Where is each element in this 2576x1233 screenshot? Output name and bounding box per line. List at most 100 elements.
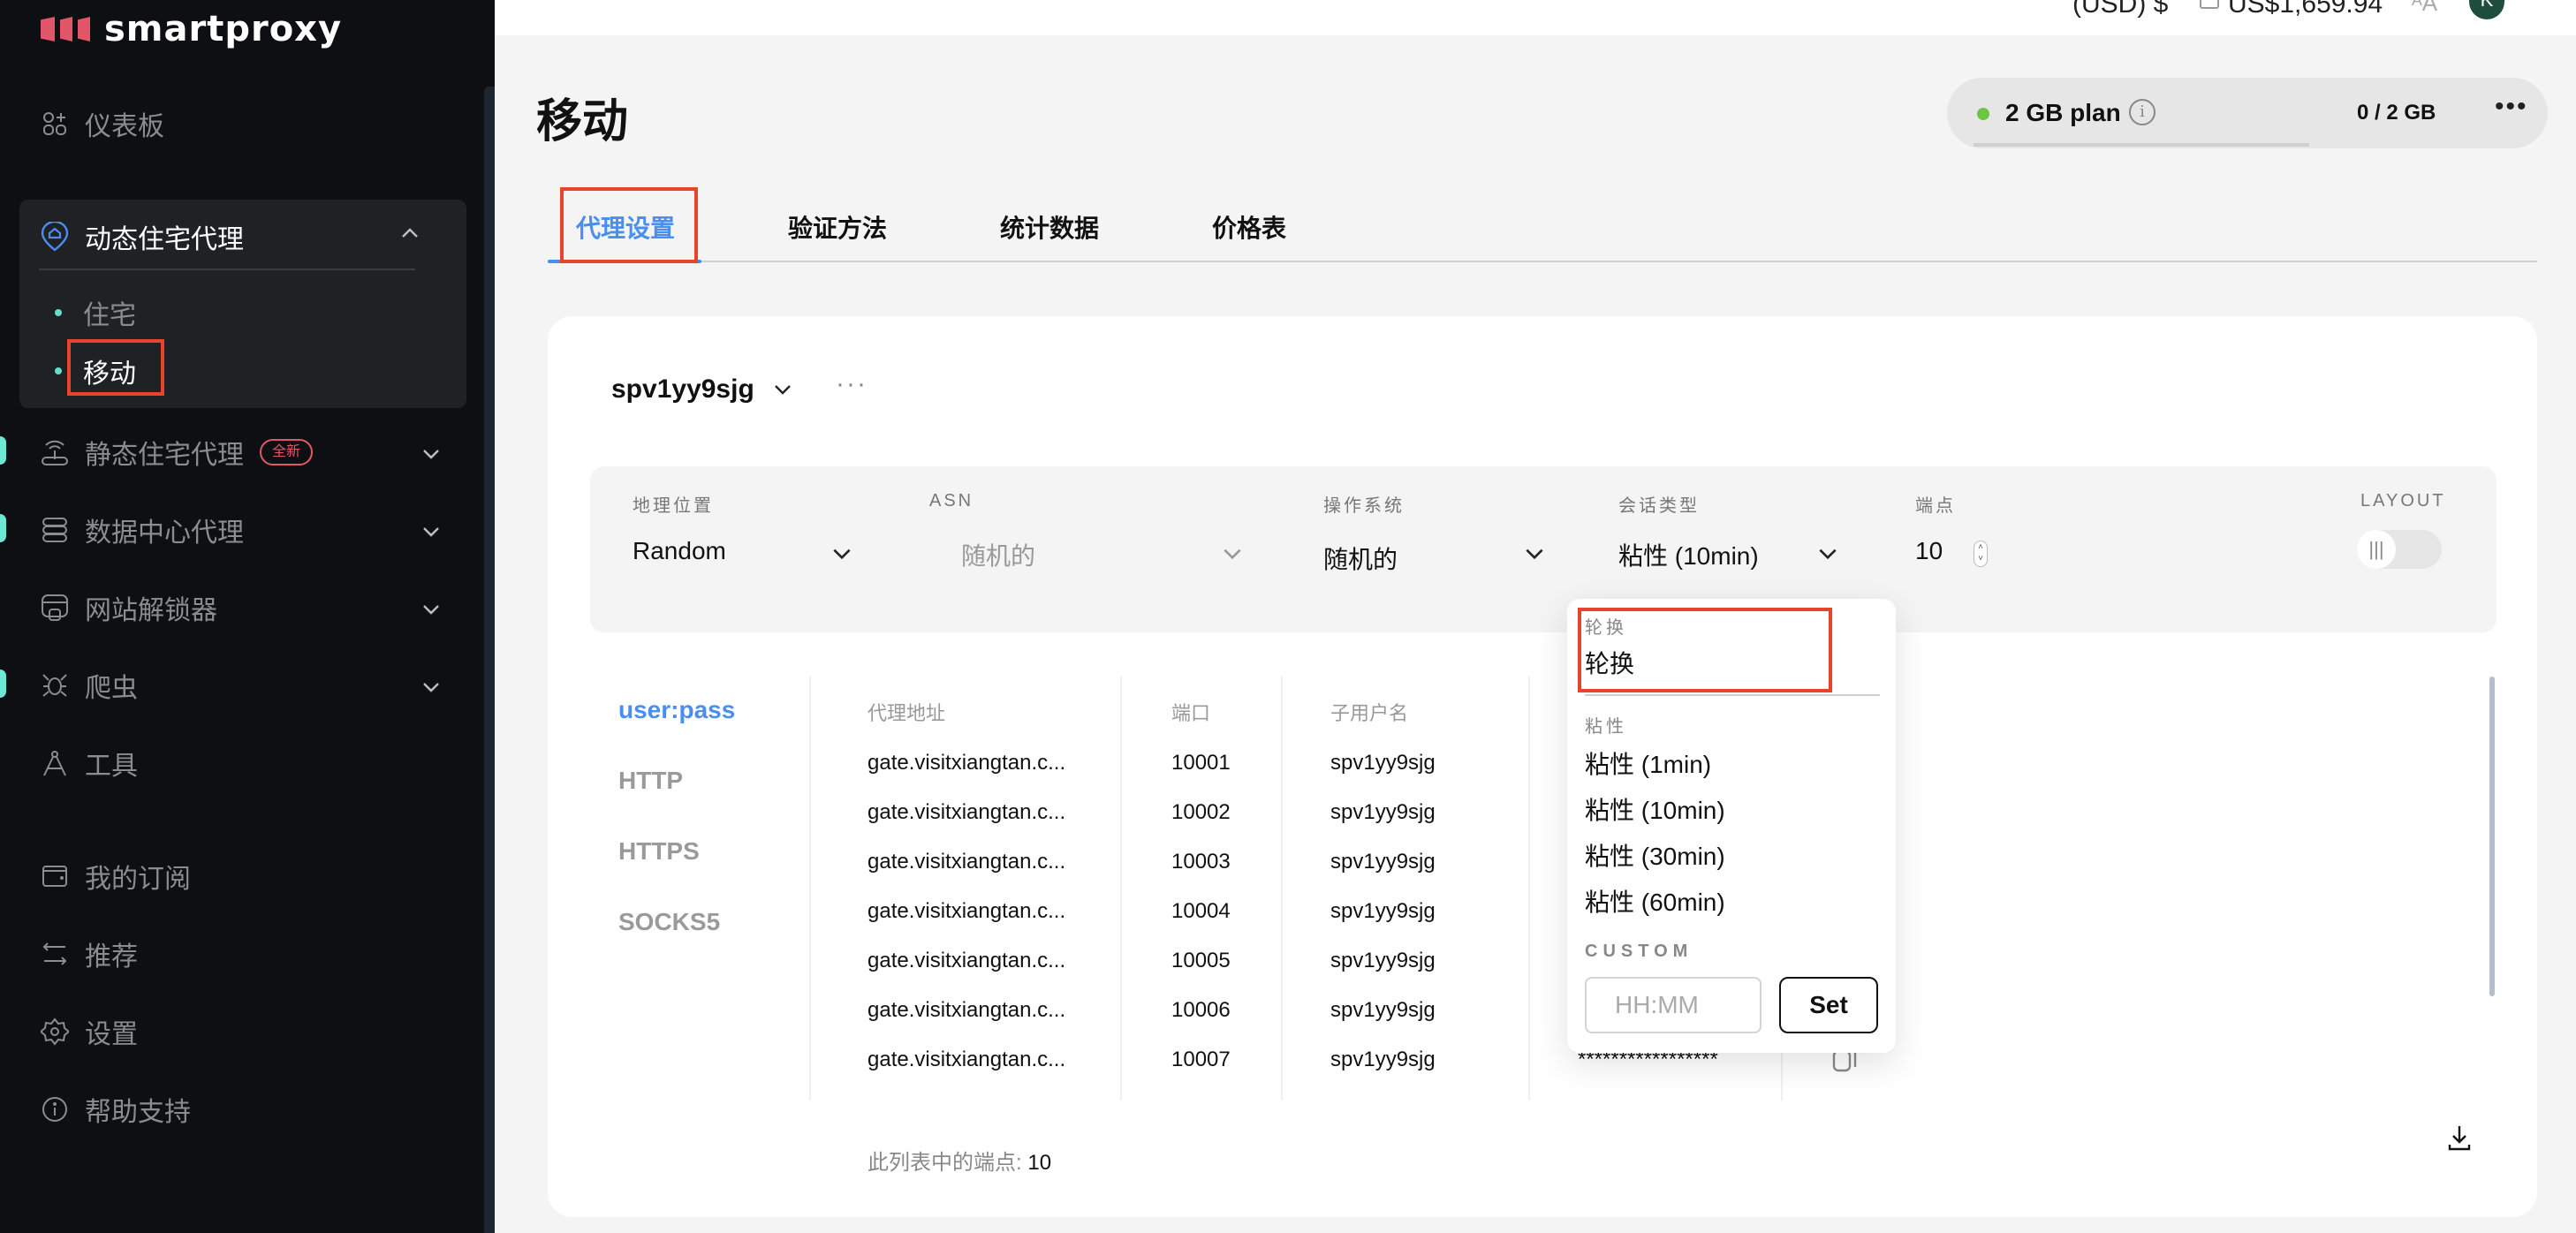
- table-scrollbar[interactable]: [2489, 677, 2495, 996]
- sidebar-item-subscriptions[interactable]: 我的订阅: [41, 857, 191, 896]
- translate-icon[interactable]: ᴬA: [2412, 0, 2437, 17]
- chevron-down-icon[interactable]: [420, 597, 442, 618]
- sidebar-item-label: 数据中心代理: [85, 518, 244, 548]
- endpoints-label: 端点: [1915, 496, 1956, 516]
- currency-selector[interactable]: (USD) $: [2072, 0, 2168, 19]
- tab-bar: 代理设置 验证方法 统计数据 价格表: [548, 190, 2537, 263]
- dropdown-option-sticky-1min[interactable]: 粘性 (1min): [1585, 745, 1711, 781]
- protocol-https[interactable]: HTTPS: [618, 837, 700, 866]
- dropdown-option-rotating[interactable]: 轮换: [1585, 645, 1634, 680]
- dropdown-option-sticky-10min[interactable]: 粘性 (10min): [1585, 791, 1725, 827]
- plan-name: 2 GB plan: [2005, 99, 2121, 126]
- sidebar-item-rotating-residential[interactable]: 动态住宅代理: [41, 217, 244, 256]
- swap-icon: [41, 940, 69, 968]
- active-tab-indicator: [548, 260, 701, 263]
- column-header-username: 子用户名: [1330, 702, 1409, 724]
- sidebar-item-dashboard[interactable]: 仪表板: [41, 104, 164, 143]
- dropdown-option-sticky-60min[interactable]: 粘性 (60min): [1585, 883, 1725, 919]
- port-cell: 10007: [1171, 1048, 1231, 1071]
- plan-widget: 2 GB plan i 0 / 2 GB •••: [1947, 78, 2548, 148]
- sidebar-item-static-residential[interactable]: 静态住宅代理 全新: [41, 433, 439, 472]
- chevron-down-icon[interactable]: [1523, 542, 1546, 565]
- dropdown-option-sticky-30min[interactable]: 粘性 (30min): [1585, 837, 1725, 873]
- sidebar-item-label: 设置: [85, 1020, 138, 1049]
- logo[interactable]: smartproxy: [41, 9, 342, 49]
- sidebar-item-referral[interactable]: 推荐: [41, 934, 138, 973]
- session-type-label: 会话类型: [1618, 496, 1700, 516]
- location-label: 地理位置: [633, 496, 714, 516]
- chevron-down-icon[interactable]: [420, 519, 442, 541]
- sidebar-item-datacenter[interactable]: 数据中心代理: [41, 511, 439, 549]
- subuser-selector[interactable]: spv1yy9sjg: [611, 374, 793, 405]
- divider: [1528, 677, 1530, 1101]
- chevron-down-icon[interactable]: [420, 442, 442, 463]
- location-select[interactable]: Random: [633, 537, 726, 565]
- chevron-down-icon[interactable]: [1816, 542, 1839, 565]
- port-cell: 10004: [1171, 899, 1231, 923]
- more-options-icon[interactable]: •••: [2495, 92, 2528, 122]
- os-label: 操作系统: [1323, 496, 1405, 516]
- sidebar-scrollbar[interactable]: [484, 87, 495, 1233]
- more-options-icon[interactable]: ···: [836, 369, 868, 399]
- sidebar-subitem-mobile[interactable]: 移动: [55, 352, 136, 390]
- dashboard-icon: [41, 110, 69, 138]
- sidebar-item-scraper[interactable]: 爬虫: [41, 666, 439, 705]
- compass-icon: [41, 749, 69, 777]
- endpoints-input[interactable]: 10: [1915, 537, 1943, 565]
- edge-indicator: [0, 436, 6, 465]
- dropdown-group-sticky: 粘性: [1585, 717, 1627, 737]
- wallet-icon: [2200, 0, 2219, 9]
- column-header-port: 端口: [1171, 702, 1211, 724]
- sidebar-group-rotating-residential: 动态住宅代理 住宅 移动: [19, 200, 466, 408]
- tab-pricing[interactable]: 价格表: [1212, 209, 1286, 245]
- edge-indicator: [0, 669, 6, 698]
- asn-label: ASN: [929, 491, 974, 511]
- sidebar-item-help[interactable]: 帮助支持: [41, 1090, 191, 1129]
- tab-statistics[interactable]: 统计数据: [1000, 209, 1099, 245]
- protocol-user-pass[interactable]: user:pass: [618, 696, 735, 724]
- divider: [1120, 677, 1122, 1101]
- chevron-down-icon[interactable]: [420, 675, 442, 696]
- custom-duration-input[interactable]: [1585, 977, 1762, 1033]
- tab-proxy-setup[interactable]: 代理设置: [576, 209, 675, 245]
- sidebar-item-settings[interactable]: 设置: [41, 1012, 138, 1051]
- session-type-select[interactable]: 粘性 (10min): [1618, 537, 1759, 572]
- info-icon[interactable]: i: [2129, 99, 2156, 125]
- home-pin-icon: [41, 222, 69, 252]
- port-cell: 10003: [1171, 850, 1231, 874]
- chevron-down-icon[interactable]: [830, 542, 853, 565]
- asn-select[interactable]: 随机的: [961, 537, 1035, 572]
- download-icon[interactable]: [2445, 1123, 2474, 1152]
- protocol-socks5[interactable]: SOCKS5: [618, 908, 720, 936]
- sidebar-item-site-unblocker[interactable]: 网站解锁器: [41, 588, 439, 627]
- username-cell: spv1yy9sjg: [1330, 899, 1436, 923]
- divider: [1585, 694, 1880, 696]
- chevron-up-icon[interactable]: [399, 223, 420, 244]
- sidebar-item-label: 动态住宅代理: [85, 225, 244, 254]
- sidebar-subitem-label: 移动: [83, 359, 136, 389]
- chevron-down-icon[interactable]: [1221, 542, 1244, 565]
- page-title: 移动: [536, 96, 629, 148]
- username-cell: spv1yy9sjg: [1330, 949, 1436, 972]
- top-bar: (USD) $ US$1,659.94 ᴬA: [495, 0, 2576, 35]
- sidebar-subitem-label: 住宅: [83, 301, 136, 330]
- status-dot-icon: [1977, 108, 1989, 120]
- sidebar-item-label: 推荐: [85, 942, 138, 972]
- bullet-icon: [55, 309, 62, 316]
- layout-toggle[interactable]: |||: [2357, 530, 2442, 569]
- sidebar-subitem-residential[interactable]: 住宅: [55, 293, 136, 332]
- edge-indicator: [0, 514, 6, 542]
- os-select[interactable]: 随机的: [1323, 541, 1398, 576]
- custom-label: CUSTOM: [1585, 942, 1693, 961]
- endpoints-stepper[interactable]: ˄ ˅: [1974, 541, 1988, 567]
- protocol-http[interactable]: HTTP: [618, 767, 683, 795]
- toggle-knob: |||: [2357, 530, 2396, 569]
- endpoint-count-label: 此列表中的端点:: [868, 1151, 1022, 1175]
- divider: [39, 269, 415, 270]
- sidebar-item-label: 静态住宅代理: [85, 441, 244, 470]
- tab-authentication[interactable]: 验证方法: [788, 209, 887, 245]
- set-button[interactable]: Set: [1779, 977, 1878, 1033]
- username-cell: spv1yy9sjg: [1330, 800, 1436, 824]
- sidebar-item-tools[interactable]: 工具: [41, 744, 138, 783]
- divider: [1281, 677, 1283, 1101]
